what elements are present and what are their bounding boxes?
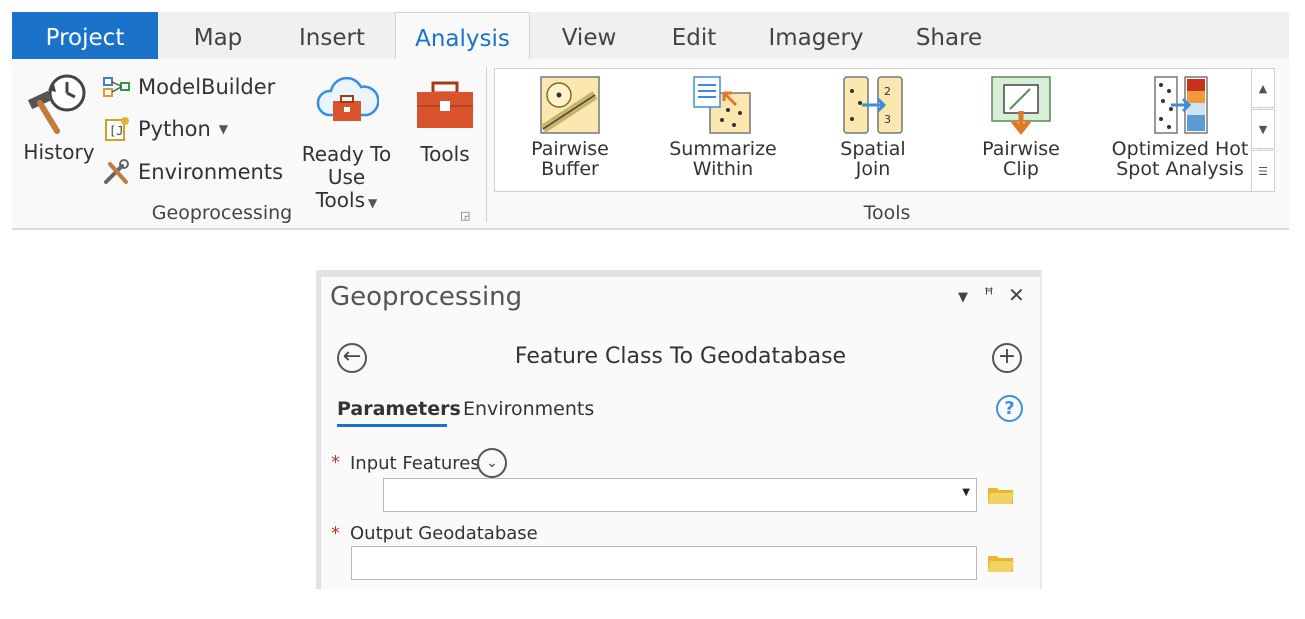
tab-view[interactable]: View (544, 12, 634, 59)
pairwise-buffer-tool[interactable]: Pairwise Buffer (515, 75, 625, 187)
ribbon-tab-bar: Project Map Insert Analysis View Edit Im… (12, 12, 1289, 61)
pairwise-buffer-icon (539, 75, 601, 135)
optimized-hot-spot-tool[interactable]: Optimized Hot Spot Analysis (1107, 75, 1253, 187)
ready-to-use-tools-button[interactable]: Ready To Use Tools ▼ (294, 71, 399, 215)
geoprocessing-group-label: Geoprocessing (151, 202, 293, 224)
python-label: Python (138, 117, 211, 141)
python-dropdown-icon: ▼ (218, 122, 229, 136)
tab-insert[interactable]: Insert (284, 12, 380, 59)
tab-share[interactable]: Share (902, 12, 996, 59)
pairwise-clip-icon (990, 75, 1052, 136)
tab-parameters[interactable]: Parameters (337, 398, 461, 420)
scroll-down-icon: ▼ (1258, 122, 1268, 136)
browse-folder-icon[interactable] (987, 553, 1015, 577)
gallery-expand-icon: ☰ (1258, 164, 1268, 178)
input-features-label: Input Features (350, 453, 480, 474)
svg-text:3: 3 (884, 113, 891, 126)
chevron-down-icon: ⌄ (486, 455, 498, 471)
output-geodatabase-label: Output Geodatabase (350, 523, 538, 544)
tool-title: Feature Class To Geodatabase (514, 344, 847, 369)
required-marker: * (331, 452, 340, 473)
spatial-join-line1: Spatial (840, 138, 906, 160)
help-icon[interactable]: ? (996, 395, 1023, 422)
python-button[interactable]: [J Python ▼ (102, 114, 228, 144)
pin-icon[interactable]: ꟸ (984, 285, 994, 305)
ready-to-use-label-line2: Use Tools (315, 165, 366, 212)
scroll-up-icon: ▲ (1258, 81, 1268, 95)
required-marker: * (331, 523, 340, 544)
summarize-within-tool[interactable]: Summarize Within (663, 75, 783, 187)
history-button[interactable]: History (20, 69, 98, 164)
environments-button[interactable]: Environments (102, 157, 283, 187)
pane-options-icon[interactable]: ▼ (958, 290, 968, 305)
geoprocessing-pane: Geoprocessing ▼ ꟸ ✕ ← Feature Class To G… (316, 270, 1042, 589)
ready-to-use-dropdown-icon: ▼ (368, 196, 378, 210)
modelbuilder-label: ModelBuilder (138, 75, 276, 99)
dialog-launcher-icon[interactable]: ◲ (460, 209, 470, 222)
tab-edit[interactable]: Edit (652, 12, 736, 59)
tools-group-label: Tools (863, 202, 911, 224)
tab-project[interactable]: Project (12, 12, 158, 59)
pairwise-buffer-line1: Pairwise (531, 138, 609, 160)
cloud-toolbox-icon (315, 71, 379, 133)
gallery-expand-button[interactable]: ☰ (1251, 150, 1275, 192)
tab-map[interactable]: Map (172, 12, 264, 59)
tools-label: Tools (420, 142, 470, 166)
output-geodatabase-field[interactable] (351, 546, 977, 580)
browse-folder-icon[interactable] (987, 485, 1015, 509)
hot-spot-analysis-icon (1149, 75, 1211, 135)
hot-spot-line1: Optimized Hot (1111, 138, 1249, 160)
spatial-join-line2: Join (855, 158, 891, 180)
history-label: History (23, 140, 95, 164)
modelbuilder-button[interactable]: ModelBuilder (102, 72, 275, 102)
plus-icon: + (997, 344, 1017, 369)
spatial-join-icon: 2 3 (842, 75, 904, 135)
pairwise-clip-tool[interactable]: Pairwise Clip (971, 75, 1071, 187)
svg-text:[J: [J (109, 124, 123, 138)
tools-button[interactable]: Tools (410, 79, 480, 166)
pairwise-clip-line2: Clip (1003, 158, 1039, 180)
tab-environments[interactable]: Environments (463, 398, 594, 420)
expand-input-button[interactable]: ⌄ (477, 448, 507, 478)
group-separator (486, 67, 487, 222)
gallery-scroll-down-button[interactable]: ▼ (1251, 109, 1275, 149)
active-tab-underline (337, 424, 447, 427)
modelbuilder-icon (102, 73, 132, 101)
environments-icon (102, 158, 132, 186)
pane-title: Geoprocessing (330, 282, 523, 312)
ribbon-panel: History ModelBuilder [J Python ▼ Environ… (12, 59, 1289, 230)
hot-spot-line2: Spot Analysis (1116, 158, 1244, 180)
history-icon (23, 69, 95, 135)
summarize-within-line1: Summarize (669, 138, 777, 160)
summarize-within-line2: Within (692, 158, 754, 180)
environments-label: Environments (138, 160, 284, 184)
input-features-field[interactable]: ▼ (383, 478, 977, 512)
toolbox-icon (415, 79, 475, 131)
close-icon[interactable]: ✕ (1008, 283, 1025, 307)
pairwise-buffer-line2: Buffer (541, 158, 599, 180)
spatial-join-tool[interactable]: 2 3 Spatial Join (823, 75, 923, 187)
tools-gallery: Pairwise Buffer Summarize Within 2 3 Spa… (494, 68, 1260, 192)
gallery-scroll-up-button[interactable]: ▲ (1251, 68, 1275, 108)
tab-imagery[interactable]: Imagery (757, 12, 875, 59)
ribbon: Project Map Insert Analysis View Edit Im… (12, 12, 1289, 232)
tab-analysis[interactable]: Analysis (395, 12, 530, 61)
add-button[interactable]: + (992, 343, 1022, 373)
dropdown-arrow-icon[interactable]: ▼ (962, 487, 970, 498)
svg-text:2: 2 (884, 85, 891, 98)
ready-to-use-label-line1: Ready To (301, 142, 392, 166)
summarize-within-icon (692, 75, 754, 135)
pairwise-clip-line1: Pairwise (982, 138, 1060, 160)
python-icon: [J (102, 115, 132, 143)
